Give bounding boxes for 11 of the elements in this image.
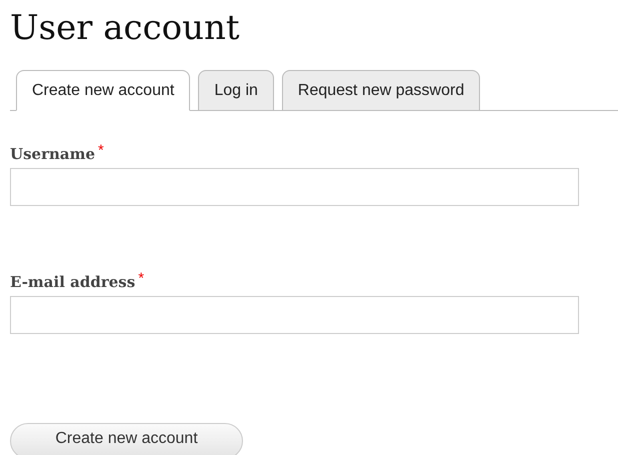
field-label: E-mail address [10,272,136,293]
page-title: User account [10,7,240,50]
text-field[interactable] [10,296,579,334]
required-mark: * [98,143,104,158]
tab[interactable]: Request new password [282,70,480,111]
required-mark: * [138,271,144,286]
text-field[interactable] [10,168,579,206]
field-label: Username [10,144,96,165]
submit-button[interactable]: Create new account [10,423,243,455]
tab[interactable]: Log in [198,70,274,111]
tab[interactable]: Create new account [16,70,190,111]
